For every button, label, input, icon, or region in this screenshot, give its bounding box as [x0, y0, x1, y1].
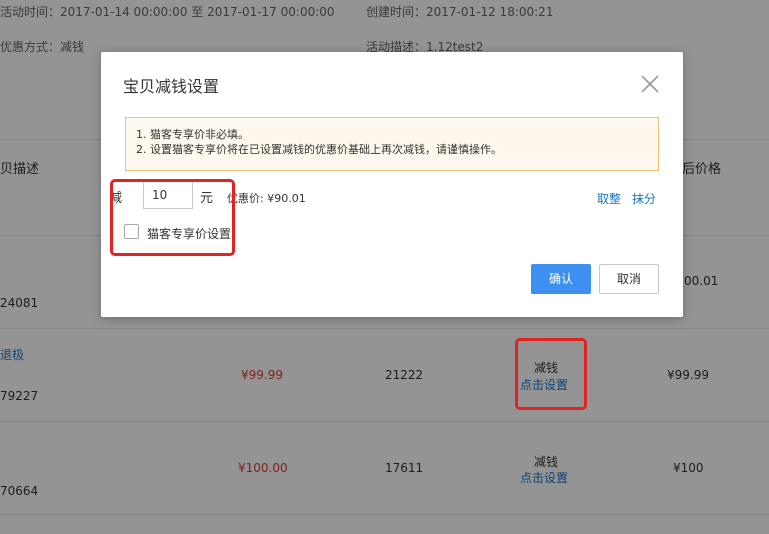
- close-icon[interactable]: [638, 72, 662, 96]
- discounted-price: 优惠价: ¥90.01: [227, 192, 306, 205]
- confirm-button[interactable]: 确认: [531, 264, 591, 294]
- trim-cents-link[interactable]: 抹分: [632, 190, 656, 207]
- notice-line-2: 2. 设置猫客专享价将在已设置减钱的优惠价基础上再次减钱，请谨慎操作。: [136, 143, 502, 156]
- annotation-highlight-box: [110, 179, 235, 256]
- notice-line-1: 1. 猫客专享价非必填。: [136, 128, 249, 141]
- round-link[interactable]: 取整: [597, 190, 621, 207]
- cancel-button[interactable]: 取消: [599, 264, 659, 294]
- dialog-title: 宝贝减钱设置: [123, 77, 220, 96]
- notice-box: 1. 猫客专享价非必填。 2. 设置猫客专享价将在已设置减钱的优惠价基础上再次减…: [125, 117, 659, 171]
- annotation-highlight-box: [515, 338, 587, 410]
